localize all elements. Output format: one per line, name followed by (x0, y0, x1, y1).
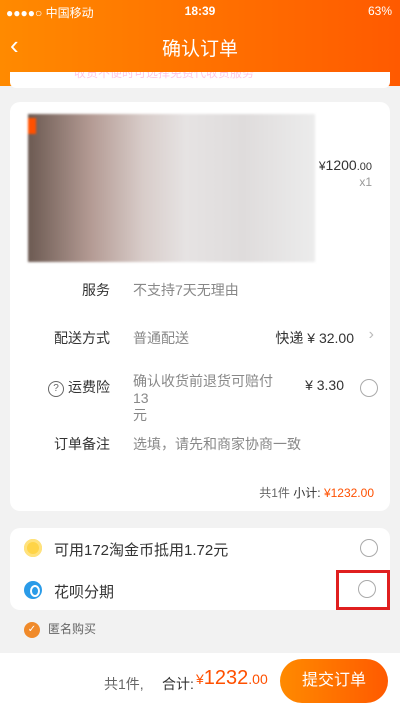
anonymous-purchase[interactable]: ✓ 匿名购买 (24, 620, 96, 638)
total-integer: 1232 (203, 667, 249, 689)
product-image[interactable] (28, 114, 315, 262)
payment-options-card: 可用172淘金币抵用1.72元 花呗分期 (10, 528, 390, 610)
service-label: 服务 (82, 282, 110, 298)
note-label: 订单备注 (54, 436, 110, 452)
delivery-value: 普通配送 (133, 330, 189, 346)
battery-level: 63% (367, 4, 392, 18)
note-input[interactable]: 选填，请先和商家协商一致 (133, 434, 301, 454)
footer-total: ¥1232.00 (196, 667, 268, 690)
subtotal: 共1件 小计: ¥1232.00 (259, 484, 374, 501)
product-tag (28, 118, 36, 134)
huabei-icon (24, 581, 42, 599)
insurance-desc: 确认收货前退货可赔付13 元 (133, 373, 283, 424)
total-decimal: .00 (248, 671, 268, 687)
coin-icon (24, 539, 42, 557)
delivery-row[interactable]: 配送方式 普通配送 快递 ¥ 32.00 › (10, 326, 390, 368)
service-row: 服务 不支持7天无理由 (10, 280, 390, 320)
order-card: ¥1200.00 x1 服务 不支持7天无理由 配送方式 普通配送 快递 ¥ 3… (10, 102, 390, 511)
page-title: 确认订单 (161, 39, 238, 60)
note-row[interactable]: 订单备注 选填，请先和商家协商一致 (10, 434, 390, 474)
anonymous-label: 匿名购买 (48, 622, 97, 636)
delivery-tip-text: 收货不便时可选择免费代收货服务 (74, 72, 255, 80)
footer-bar: 共1件, 合计: ¥1232.00 提交订单 (0, 653, 400, 711)
huabei-text: 花呗分期 (54, 584, 115, 601)
insurance-label: 运费险 (68, 379, 110, 395)
submit-order-button[interactable]: 提交订单 (280, 659, 388, 703)
delivery-tip-strip: 收货不便时可选择免费代收货服务 (10, 72, 390, 88)
total-symbol: ¥ (196, 671, 204, 687)
status-time: 18:39 (184, 4, 216, 18)
huabei-option[interactable]: 花呗分期 (10, 570, 390, 610)
chevron-right-icon: › (368, 326, 374, 343)
subtotal-label: 小计: (293, 486, 321, 500)
price-integer: 1200 (325, 157, 357, 173)
price-decimal: .00 (356, 161, 372, 173)
footer-total-label: 合计: (162, 676, 194, 692)
service-value: 不支持7天无理由 (133, 282, 239, 298)
coin-option[interactable]: 可用172淘金币抵用1.72元 (10, 528, 390, 568)
question-icon[interactable]: ? (48, 381, 64, 397)
insurance-label-wrap: ? 运费险 (48, 377, 110, 398)
coin-radio[interactable] (360, 539, 378, 557)
price-symbol: ¥ (318, 159, 326, 173)
status-bar: ●●●●○ 中国移动 18:39 63% (0, 0, 400, 22)
insurance-desc-line1: 确认收货前退货可赔付13 (133, 373, 273, 406)
shipping-fee: 快递 ¥ 32.00 (275, 330, 354, 346)
highlight-box (336, 570, 390, 610)
checkmark-icon[interactable]: ✓ (24, 621, 40, 638)
product-quantity: x1 (359, 175, 372, 189)
insurance-row: ? 运费险 确认收货前退货可赔付13 元 ¥ 3.30 (10, 373, 390, 423)
footer-count: 共1件, (104, 676, 144, 692)
product-price: ¥1200.00 (319, 157, 372, 173)
insurance-radio[interactable] (360, 379, 378, 397)
delivery-label: 配送方式 (54, 330, 110, 346)
subtotal-count: 共1件 (259, 486, 290, 500)
insurance-desc-line2: 元 (133, 407, 147, 423)
insurance-fee: ¥ 3.30 (305, 377, 344, 393)
navbar: ‹ 确认订单 (0, 22, 400, 72)
coin-text: 可用172淘金币抵用1.72元 (54, 542, 229, 559)
subtotal-amount: ¥1232.00 (323, 486, 374, 500)
